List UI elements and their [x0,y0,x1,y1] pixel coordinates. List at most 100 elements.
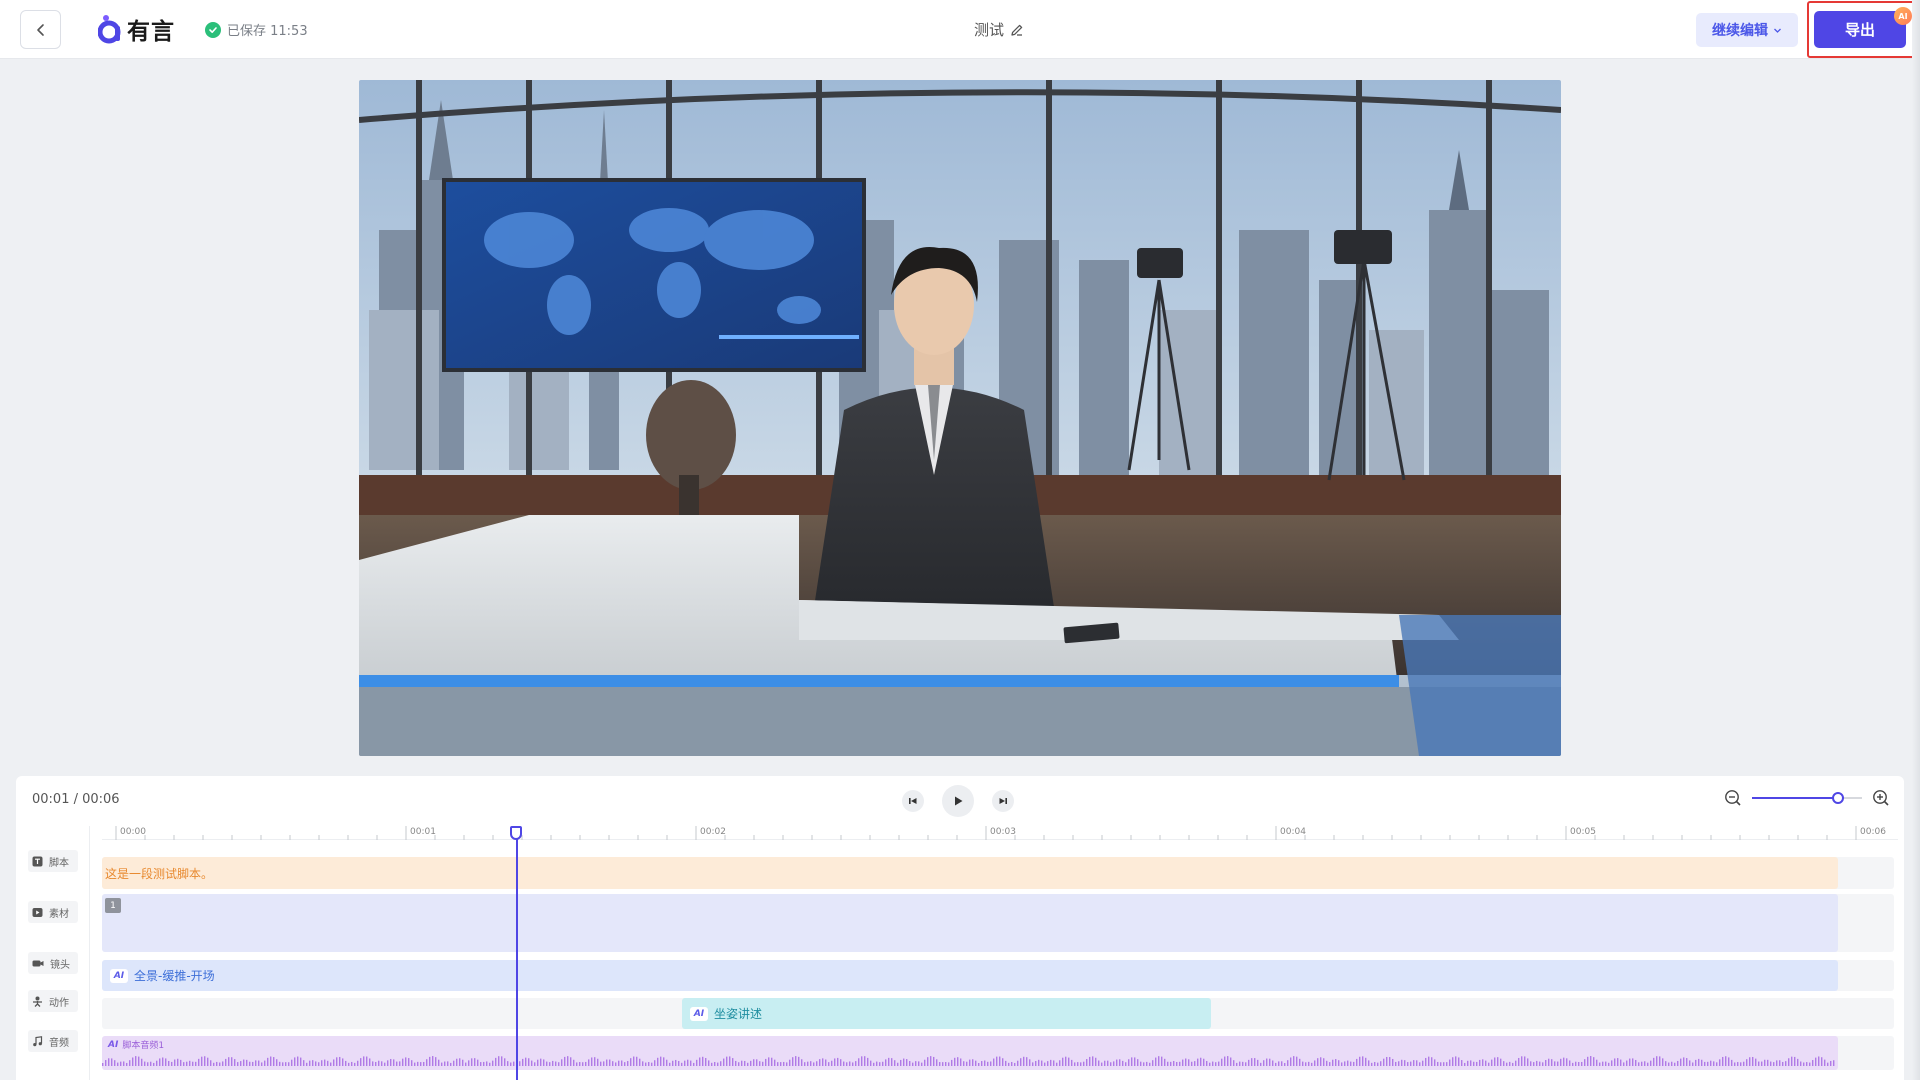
script-clip-text: 这是一段测试脚本。 [105,866,214,881]
waveform-bar [735,1060,737,1066]
waveform-bar [840,1059,842,1066]
skip-forward-button[interactable] [992,790,1014,812]
waveform-bar [1140,1061,1142,1066]
waveform-bar [1404,1060,1406,1066]
waveform-bar [672,1060,674,1066]
waveform-bar [222,1061,224,1066]
video-preview[interactable] [359,80,1561,756]
waveform-bar [204,1056,206,1066]
playhead-handle[interactable] [510,826,522,840]
waveform-bar [1674,1062,1676,1066]
waveform-bar [1746,1059,1748,1066]
waveform-bar [474,1058,476,1066]
waveform-bar [1470,1060,1472,1066]
waveform-bar [1788,1058,1790,1066]
waveform-bar [1581,1061,1583,1066]
waveform-bar [1194,1061,1196,1066]
waveform-bar [258,1060,260,1066]
waveform-bar [1611,1060,1613,1066]
waveform-bar [1014,1062,1016,1066]
track-label-script[interactable]: 脚本 [28,850,78,872]
waveform-bar [768,1057,770,1066]
waveform-bar [1758,1061,1760,1066]
waveform-bar [1329,1062,1331,1066]
waveform-bar [759,1061,761,1066]
app-logo: 有言 [97,10,175,48]
waveform-bar [666,1059,668,1066]
waveform-bar [1620,1059,1622,1066]
waveform-bar [315,1061,317,1066]
track-label-material[interactable]: 素材 [28,901,78,923]
waveform-bar [1449,1059,1451,1066]
skip-back-button[interactable] [902,790,924,812]
waveform-bar [123,1061,125,1066]
waveform-bar [1569,1060,1571,1066]
export-button[interactable]: 导出 [1814,11,1906,48]
waveform-bar [1005,1060,1007,1066]
zoom-slider-knob[interactable] [1831,792,1844,804]
waveform-bar [1623,1062,1625,1066]
page-scrollbar[interactable] [1912,0,1920,1080]
camera-clip[interactable]: AI 全景-缓推-开场 [102,960,1838,991]
waveform-bar [1506,1062,1508,1066]
waveform-bar [849,1061,851,1066]
waveform-bar [177,1058,179,1066]
waveform-bar [873,1062,875,1066]
waveform-bar [1617,1058,1619,1066]
waveform-bar [1575,1061,1577,1066]
waveform-bar [288,1062,290,1066]
waveform-bar [780,1062,782,1066]
waveform-bar [1029,1059,1031,1066]
continue-edit-button[interactable]: 继续编辑 [1696,13,1798,47]
zoom-out-icon[interactable] [1724,789,1742,807]
waveform-bar [513,1061,515,1066]
waveform-bar [432,1056,434,1066]
waveform-bar [1137,1059,1139,1066]
ruler-tick-label: 00:04 [1280,827,1306,837]
waveform-bar [282,1062,284,1066]
audio-clip[interactable]: AI 脚本音频1 [102,1036,1838,1070]
waveform-bar [1053,1060,1055,1066]
document-title[interactable]: 测试 [974,19,1024,40]
waveform-bar [1074,1062,1076,1066]
waveform-bar [414,1062,416,1066]
waveform-bar [1191,1061,1193,1066]
track-label-script-text: 脚本 [49,857,69,869]
waveform-bar [234,1059,236,1066]
waveform-bar [438,1059,440,1066]
waveform-bar [498,1056,500,1066]
time-ruler[interactable]: 00:00 00:01 00:02 00:03 00:04 00:05 00:0… [102,826,1898,840]
waveform-bar [1800,1061,1802,1066]
waveform-bar [864,1056,866,1066]
waveform-bar [1362,1056,1364,1066]
back-button[interactable] [20,10,61,49]
zoom-slider[interactable] [1752,792,1862,804]
waveform-bar [381,1061,383,1066]
waveform-bar [246,1059,248,1066]
waveform-bar [1071,1059,1073,1066]
waveform-bar [1143,1062,1145,1066]
script-clip[interactable]: 这是一段测试脚本。 [102,857,1838,889]
waveform-bar [465,1062,467,1066]
waveform-bar [657,1057,659,1066]
waveform-bar [1098,1060,1100,1066]
play-button[interactable] [942,785,974,817]
track-label-audio[interactable]: 音频 [28,1030,78,1052]
track-label-motion[interactable]: 动作 [28,990,78,1012]
script-track: 这是一段测试脚本。 [102,857,1894,889]
zoom-in-icon[interactable] [1872,789,1890,807]
ruler-tick-label: 00:01 [410,827,436,837]
material-clip[interactable]: 1 [102,894,1838,952]
pencil-icon[interactable] [1010,23,1024,37]
playhead[interactable] [510,826,522,1080]
waveform-bar [291,1059,293,1066]
waveform-bar [933,1056,935,1066]
waveform-bar [384,1062,386,1066]
motion-clip[interactable]: AI 坐姿讲述 [682,998,1211,1029]
track-label-camera[interactable]: 镜头 [28,952,78,974]
chevron-left-icon [36,23,44,36]
waveform-bar [1821,1057,1823,1066]
waveform-bar [1701,1059,1703,1066]
waveform-bar [660,1056,662,1066]
waveform-bar [675,1059,677,1066]
